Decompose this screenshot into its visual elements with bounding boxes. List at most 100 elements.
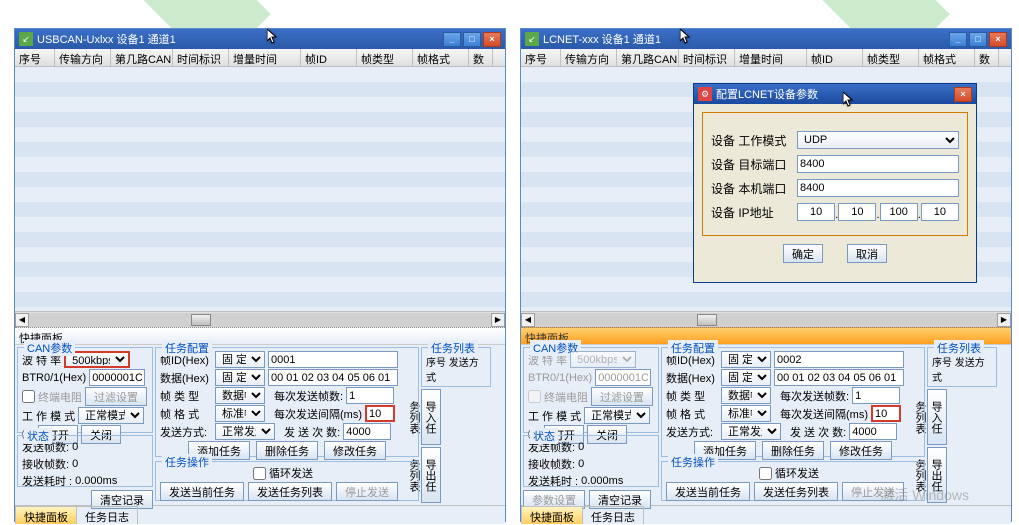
send-mode-select[interactable]: 正常发送 [215, 423, 275, 440]
scroll-left-icon[interactable]: ◀ [15, 313, 29, 327]
frame-type-select[interactable]: 数据帧 [721, 387, 771, 404]
device-mode-select[interactable]: UDP [797, 131, 959, 149]
workmode-select[interactable]: 正常模式 [584, 407, 650, 424]
cancel-button[interactable]: 取消 [847, 244, 887, 263]
th-chan[interactable]: 第几路CAN [111, 49, 173, 66]
interval-input[interactable] [871, 405, 901, 422]
data-input[interactable] [268, 369, 398, 386]
btr-input[interactable] [89, 369, 145, 386]
config-area: CAN参数 波 特 率500kbps BTR0/1(Hex) 终端电阻过滤设置 … [521, 345, 1011, 505]
th-fmt[interactable]: 帧格式 [413, 49, 469, 66]
send-current-button[interactable]: 发送当前任务 [160, 482, 244, 501]
scroll-right-icon[interactable]: ▶ [491, 313, 505, 327]
import-tasks-button[interactable]: 导入任务列表 [421, 389, 441, 445]
close-button[interactable]: × [989, 32, 1007, 47]
btr-input [595, 369, 651, 386]
th-delta[interactable]: 增量时间 [735, 49, 807, 66]
th-chan[interactable]: 第几路CAN [617, 49, 679, 66]
footer-tabs: 快捷面板 任务日志 [521, 505, 1011, 524]
loop-checkbox[interactable] [759, 467, 772, 480]
target-port-input[interactable] [797, 155, 959, 173]
th-type[interactable]: 帧类型 [863, 49, 919, 66]
ok-button[interactable]: 确定 [783, 244, 823, 263]
th-data[interactable]: 数 [975, 49, 999, 66]
ip-octet-3[interactable] [880, 203, 918, 221]
titlebar[interactable]: ↙ USBCAN-Uxlxx 设备1 通道1 _ □ × [15, 29, 505, 49]
del-task-button[interactable]: 删除任务 [256, 441, 318, 460]
send-times-input[interactable] [343, 423, 391, 440]
th-id[interactable]: 帧ID [807, 49, 863, 66]
mod-task-button[interactable]: 修改任务 [830, 441, 892, 460]
close-button[interactable]: × [954, 87, 972, 102]
titlebar[interactable]: ↙ LCNET-xxx 设备1 通道1 _ □ × [521, 29, 1011, 49]
id-mode-select[interactable]: 固 定 [215, 351, 265, 368]
maximize-button[interactable]: □ [969, 32, 987, 47]
app-icon: ↙ [525, 32, 539, 46]
status-group: 状态 发送帧数:0 接收帧数:0 发送耗时 :0.000ms [17, 435, 153, 487]
stop-send-button[interactable]: 停止发送 [336, 482, 398, 501]
id-mode-select[interactable]: 固 定 [721, 351, 771, 368]
close-button[interactable]: × [483, 32, 501, 47]
send-times-input[interactable] [849, 423, 897, 440]
th-data[interactable]: 数 [469, 49, 493, 66]
term-res-checkbox[interactable] [22, 390, 35, 403]
dialog-titlebar[interactable]: ⚙ 配置LCNET设备参数 × [694, 84, 976, 104]
tab-task-log[interactable]: 任务日志 [582, 506, 644, 524]
task-ops-group: 任务操作 循环发送 发送当前任务发送任务列表停止发送 [155, 461, 419, 501]
th-id[interactable]: 帧ID [301, 49, 357, 66]
ip-octet-2[interactable] [838, 203, 876, 221]
data-mode-select[interactable]: 固 定 [721, 369, 771, 386]
task-list-group: 任务列表 序号 发送方式 [927, 347, 997, 387]
th-timestamp[interactable]: 时间标识 [173, 49, 229, 66]
interval-input[interactable] [365, 405, 395, 422]
th-fmt[interactable]: 帧格式 [919, 49, 975, 66]
ip-octet-4[interactable] [921, 203, 959, 221]
send-current-button[interactable]: 发送当前任务 [666, 482, 750, 501]
send-mode-select[interactable]: 正常发送 [721, 423, 781, 440]
maximize-button[interactable]: □ [463, 32, 481, 47]
th-dir[interactable]: 传输方向 [55, 49, 111, 66]
data-input[interactable] [774, 369, 904, 386]
horizontal-scrollbar[interactable]: ◀ ▶ [15, 311, 505, 327]
export-tasks-button[interactable]: 导出任务列表 [421, 447, 441, 503]
import-tasks-button[interactable]: 导入任务列表 [927, 389, 947, 445]
tab-quick-panel[interactable]: 快捷面板 [15, 506, 77, 524]
send-list-button[interactable]: 发送任务列表 [754, 482, 838, 501]
ip-octet-1[interactable] [797, 203, 835, 221]
minimize-button[interactable]: _ [949, 32, 967, 47]
send-list-button[interactable]: 发送任务列表 [248, 482, 332, 501]
per-send-input[interactable] [852, 387, 900, 404]
local-port-input[interactable] [797, 179, 959, 197]
tab-task-log[interactable]: 任务日志 [76, 506, 138, 524]
th-seq[interactable]: 序号 [521, 49, 561, 66]
scroll-thumb[interactable] [697, 314, 717, 326]
th-dir[interactable]: 传输方向 [561, 49, 617, 66]
horizontal-scrollbar[interactable]: ◀ ▶ [521, 311, 1011, 327]
filter-button[interactable]: 过滤设置 [85, 387, 147, 406]
scroll-thumb[interactable] [191, 314, 211, 326]
task-list-group: 任务列表 序号 发送方式 [421, 347, 491, 387]
data-mode-select[interactable]: 固 定 [215, 369, 265, 386]
frame-id-input[interactable] [268, 351, 398, 368]
mod-task-button[interactable]: 修改任务 [324, 441, 386, 460]
minimize-button[interactable]: _ [443, 32, 461, 47]
th-seq[interactable]: 序号 [15, 49, 55, 66]
loop-checkbox[interactable] [253, 467, 266, 480]
table-rows[interactable] [15, 67, 505, 311]
frame-fmt-select[interactable]: 标准帧 [215, 405, 265, 422]
export-tasks-button[interactable]: 导出任务列表 [927, 447, 947, 503]
gear-icon: ⚙ [698, 87, 712, 101]
scroll-left-icon[interactable]: ◀ [521, 313, 535, 327]
th-timestamp[interactable]: 时间标识 [679, 49, 735, 66]
frame-fmt-select[interactable]: 标准帧 [721, 405, 771, 422]
frame-id-input[interactable] [774, 351, 904, 368]
per-send-input[interactable] [346, 387, 394, 404]
workmode-select[interactable]: 正常模式 [78, 407, 144, 424]
del-task-button[interactable]: 删除任务 [762, 441, 824, 460]
stop-send-button[interactable]: 停止发送 [842, 482, 904, 501]
frame-type-select[interactable]: 数据帧 [215, 387, 265, 404]
tab-quick-panel[interactable]: 快捷面板 [521, 506, 583, 524]
th-type[interactable]: 帧类型 [357, 49, 413, 66]
th-delta[interactable]: 增量时间 [229, 49, 301, 66]
scroll-right-icon[interactable]: ▶ [997, 313, 1011, 327]
